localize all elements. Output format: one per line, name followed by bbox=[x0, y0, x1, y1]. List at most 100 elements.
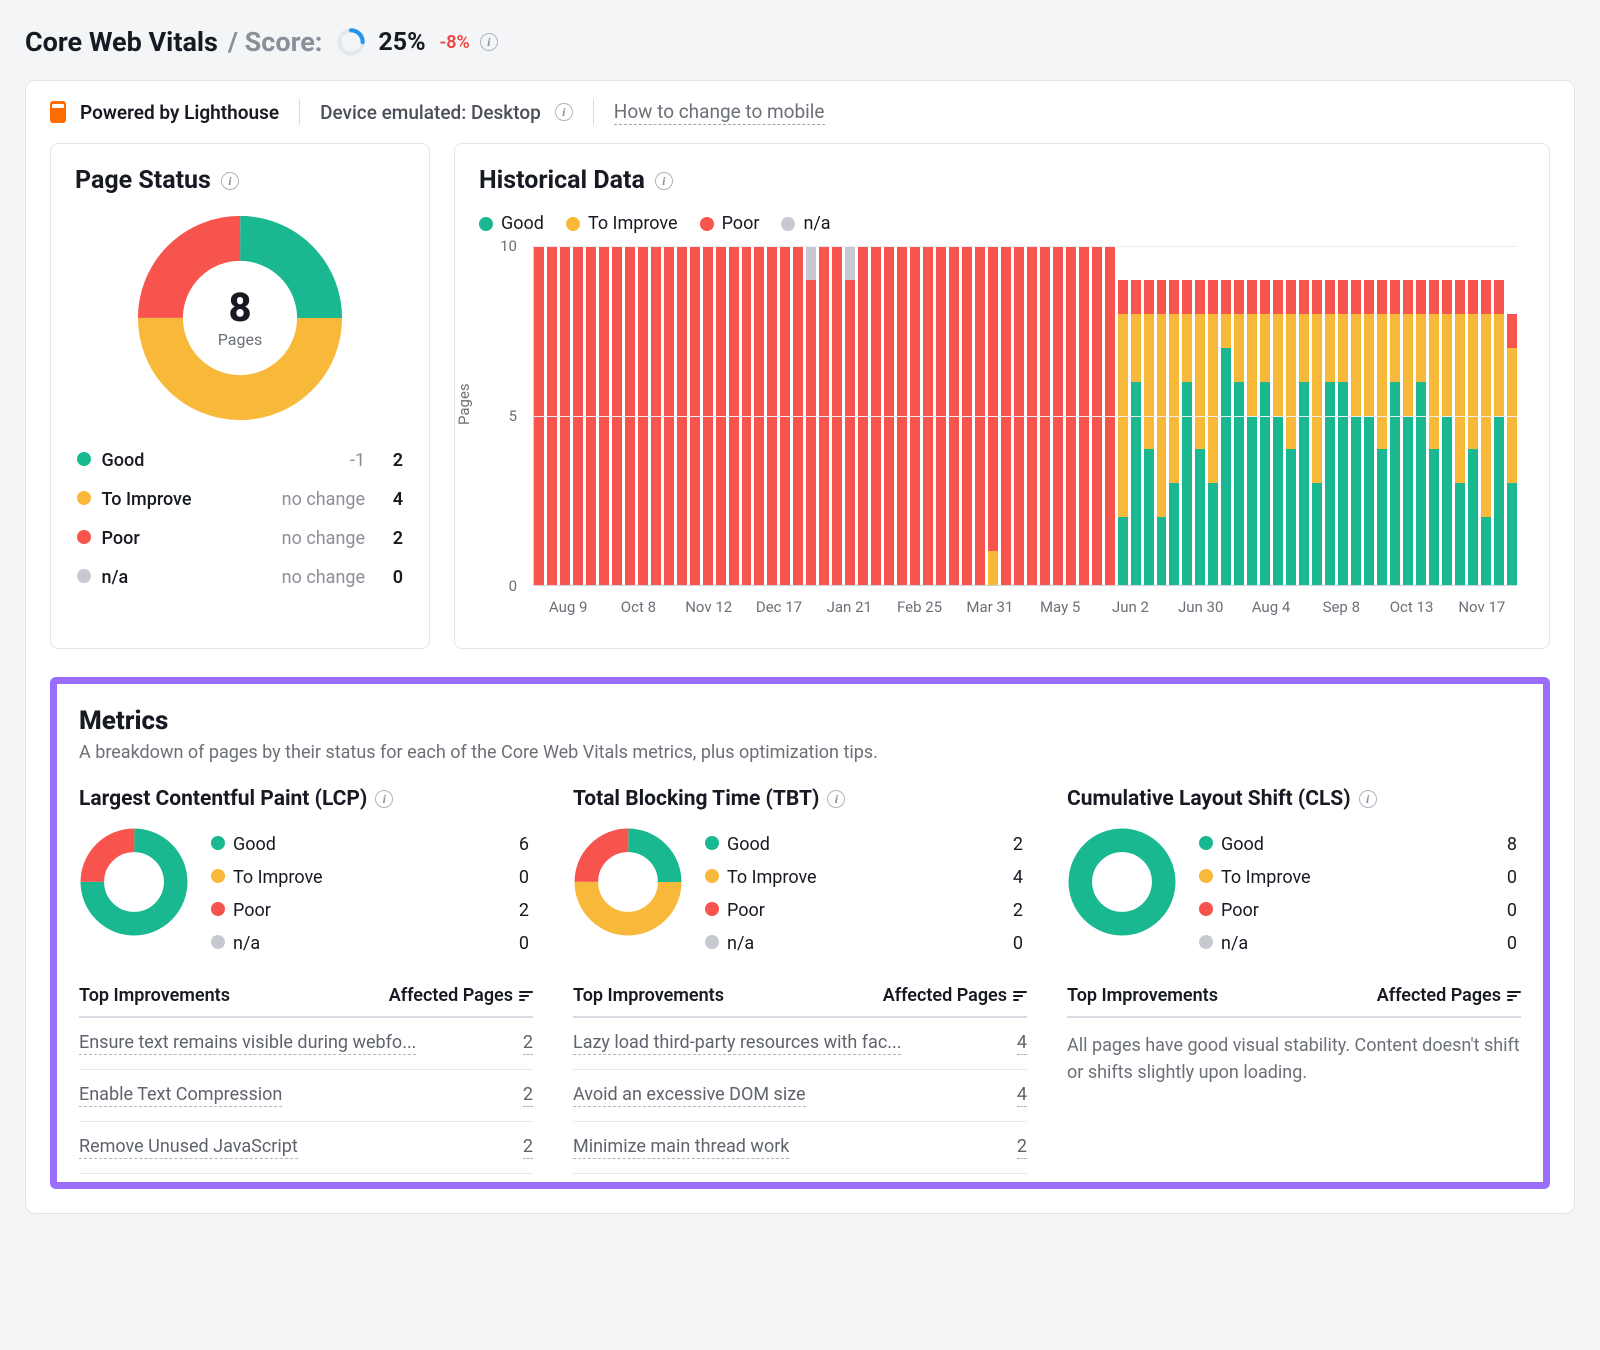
affected-pages-value[interactable]: 2 bbox=[523, 1032, 533, 1055]
status-change: no change bbox=[244, 519, 367, 558]
improvement-row: Lazy load third-party resources with fac… bbox=[573, 1018, 1027, 1070]
metric-tbt: Total Blocking Time (TBT) i Good2To Improv… bbox=[573, 787, 1027, 1174]
info-icon[interactable]: i bbox=[375, 790, 393, 808]
legend-item[interactable]: Good bbox=[479, 213, 544, 234]
metric-donut bbox=[573, 827, 683, 937]
status-change: no change bbox=[244, 558, 367, 597]
metrics-subtitle: A breakdown of pages by their status for… bbox=[79, 742, 1521, 763]
score-delta: -8% bbox=[440, 32, 470, 53]
status-dot-icon bbox=[705, 935, 719, 949]
improvement-link[interactable]: Ensure text remains visible during webfo… bbox=[79, 1032, 416, 1055]
legend-dot-icon bbox=[781, 217, 795, 231]
info-icon[interactable]: i bbox=[827, 790, 845, 808]
historical-title: Historical Data bbox=[479, 166, 645, 195]
legend-label: Good bbox=[501, 213, 544, 234]
status-value: 0 bbox=[1351, 895, 1519, 926]
change-to-mobile-link[interactable]: How to change to mobile bbox=[614, 100, 825, 125]
status-dot-icon bbox=[211, 935, 225, 949]
x-tick: Jun 2 bbox=[1112, 598, 1149, 616]
legend-dot-icon bbox=[479, 217, 493, 231]
x-tick: Aug 4 bbox=[1252, 598, 1291, 616]
info-icon[interactable]: i bbox=[555, 103, 573, 121]
x-tick: Jun 30 bbox=[1178, 598, 1223, 616]
page-header: Core Web Vitals / Score: 25% -8% i bbox=[25, 20, 1575, 80]
x-tick: Nov 12 bbox=[685, 598, 732, 616]
metric-title: Total Blocking Time (TBT) bbox=[573, 787, 819, 811]
improvement-link[interactable]: Avoid an excessive DOM size bbox=[573, 1084, 806, 1107]
x-tick: Oct 8 bbox=[621, 598, 656, 616]
status-dot-icon bbox=[705, 902, 719, 916]
status-label: n/a bbox=[725, 928, 855, 959]
metric-status-table: Good2To Improve4Poor2n/a0 bbox=[701, 827, 1027, 961]
panel-info-bar: Powered by Lighthouse Device emulated: D… bbox=[50, 99, 1550, 143]
device-emulated-text: Device emulated: Desktop bbox=[320, 101, 541, 124]
affected-pages-sort[interactable]: Affected Pages bbox=[1377, 985, 1521, 1006]
lighthouse-icon bbox=[50, 101, 66, 123]
x-tick: Dec 17 bbox=[756, 598, 802, 616]
status-label: Poor bbox=[1219, 895, 1349, 926]
improvement-link[interactable]: Minimize main thread work bbox=[573, 1136, 789, 1159]
sort-icon bbox=[1013, 991, 1027, 1001]
metric-donut bbox=[79, 827, 189, 937]
status-dot-icon bbox=[77, 452, 91, 466]
status-dot-icon bbox=[77, 530, 91, 544]
total-pages-number: 8 bbox=[228, 288, 251, 328]
affected-pages-value[interactable]: 2 bbox=[523, 1136, 533, 1159]
improvement-row: Minimize main thread work 2 bbox=[573, 1122, 1027, 1174]
metric-title: Cumulative Layout Shift (CLS) bbox=[1067, 787, 1351, 811]
info-icon[interactable]: i bbox=[480, 33, 498, 51]
status-dot-icon bbox=[77, 491, 91, 505]
x-tick: Jan 21 bbox=[827, 598, 872, 616]
status-label: To Improve bbox=[1219, 862, 1349, 893]
status-value: 8 bbox=[1351, 829, 1519, 860]
improvement-link[interactable]: Enable Text Compression bbox=[79, 1084, 282, 1107]
page-status-donut: 8 Pages bbox=[135, 213, 345, 423]
status-value: 0 bbox=[1351, 928, 1519, 959]
score-ring-icon bbox=[336, 27, 366, 57]
x-tick: Nov 17 bbox=[1458, 598, 1505, 616]
affected-pages-sort[interactable]: Affected Pages bbox=[883, 985, 1027, 1006]
status-row: Good-12 bbox=[75, 441, 405, 480]
page-status-table: Good-12To Improveno change4Poorno change… bbox=[75, 441, 405, 597]
affected-pages-value[interactable]: 4 bbox=[1017, 1084, 1027, 1107]
status-label: Good bbox=[231, 829, 361, 860]
info-icon[interactable]: i bbox=[221, 172, 239, 190]
y-tick: 10 bbox=[500, 237, 517, 255]
sort-icon bbox=[519, 991, 533, 1001]
status-value: 2 bbox=[367, 441, 405, 480]
improvements-label: Top Improvements bbox=[79, 985, 230, 1006]
status-value: 0 bbox=[1351, 862, 1519, 893]
improvement-link[interactable]: Lazy load third-party resources with fac… bbox=[573, 1032, 901, 1055]
affected-pages-value[interactable]: 2 bbox=[523, 1084, 533, 1107]
affected-pages-value[interactable]: 4 bbox=[1017, 1032, 1027, 1055]
status-value: 0 bbox=[367, 558, 405, 597]
improvement-row: Ensure text remains visible during webfo… bbox=[79, 1018, 533, 1070]
improvement-link[interactable]: Remove Unused JavaScript bbox=[79, 1136, 298, 1159]
status-label: n/a bbox=[231, 928, 361, 959]
status-dot-icon bbox=[705, 869, 719, 883]
historical-chart: Pages 0510 Aug 9Oct 8Nov 12Dec 17Jan 21F… bbox=[479, 246, 1525, 626]
legend-item[interactable]: To Improve bbox=[566, 213, 678, 234]
status-label: Poor bbox=[231, 895, 361, 926]
status-label: Good bbox=[725, 829, 855, 860]
improvement-row: Enable Text Compression 2 bbox=[79, 1070, 533, 1122]
status-dot-icon bbox=[77, 569, 91, 583]
affected-pages-value[interactable]: 2 bbox=[1017, 1136, 1027, 1159]
legend-item[interactable]: n/a bbox=[781, 213, 830, 234]
info-icon[interactable]: i bbox=[655, 172, 673, 190]
status-dot-icon bbox=[211, 836, 225, 850]
legend-item[interactable]: Poor bbox=[700, 213, 760, 234]
affected-pages-sort[interactable]: Affected Pages bbox=[389, 985, 533, 1006]
x-tick: Oct 13 bbox=[1390, 598, 1434, 616]
improvement-message: All pages have good visual stability. Co… bbox=[1067, 1018, 1521, 1086]
metric-title: Largest Contentful Paint (LCP) bbox=[79, 787, 367, 811]
legend-label: To Improve bbox=[588, 213, 678, 234]
total-pages-label: Pages bbox=[218, 330, 262, 349]
metric-status-table: Good8To Improve0Poor0n/a0 bbox=[1195, 827, 1521, 961]
info-icon[interactable]: i bbox=[1359, 790, 1377, 808]
status-row: To Improveno change4 bbox=[75, 480, 405, 519]
y-axis-label: Pages bbox=[455, 383, 473, 425]
status-label: n/a bbox=[1219, 928, 1349, 959]
status-change: no change bbox=[244, 480, 367, 519]
status-value: 2 bbox=[367, 519, 405, 558]
